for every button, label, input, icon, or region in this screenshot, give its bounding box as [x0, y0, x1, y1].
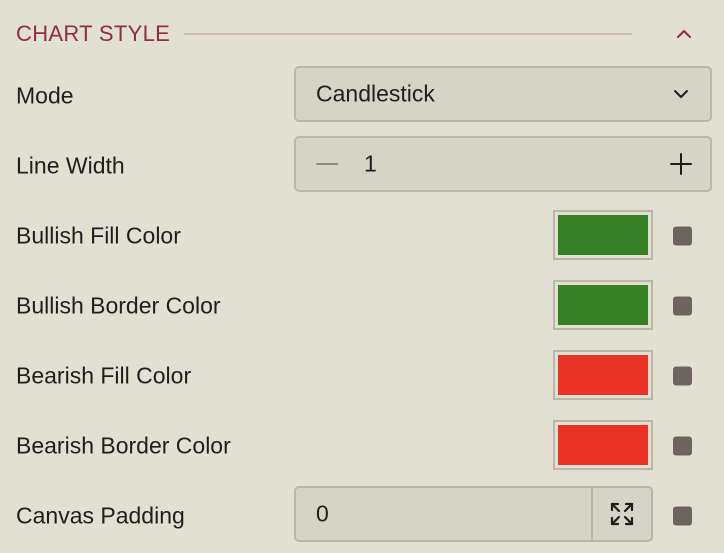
mode-label: Mode	[16, 82, 74, 109]
canvas-padding-label: Canvas Padding	[16, 502, 185, 529]
bearish-border-label: Bearish Border Color	[16, 432, 231, 459]
bullish-fill-reset-button[interactable]	[673, 226, 692, 246]
bullish-border-color	[558, 285, 648, 325]
bullish-border-reset-button[interactable]	[673, 296, 692, 316]
line-width-stepper: 1	[294, 136, 712, 192]
bearish-border-row: Bearish Border Color	[16, 416, 712, 476]
plus-icon[interactable]	[668, 151, 694, 177]
bullish-fill-swatch[interactable]	[553, 210, 653, 260]
canvas-padding-input[interactable]: 0	[294, 486, 653, 542]
collapse-button[interactable]	[670, 20, 698, 48]
bearish-fill-row: Bearish Fill Color	[16, 346, 712, 406]
bearish-fill-color	[558, 355, 648, 395]
mode-select[interactable]: Candlestick	[294, 66, 712, 122]
minus-icon[interactable]	[314, 151, 340, 177]
bearish-border-swatch[interactable]	[553, 420, 653, 470]
line-width-label: Line Width	[16, 152, 125, 179]
bearish-fill-label: Bearish Fill Color	[16, 362, 192, 389]
expand-icon	[610, 502, 634, 526]
expand-button[interactable]	[591, 488, 651, 540]
bullish-fill-label: Bullish Fill Color	[16, 222, 181, 249]
bearish-fill-swatch[interactable]	[553, 350, 653, 400]
bearish-fill-reset-button[interactable]	[673, 366, 692, 386]
mode-row: Mode Candlestick	[16, 66, 712, 126]
canvas-padding-value[interactable]: 0	[316, 501, 329, 528]
bullish-border-row: Bullish Border Color	[16, 276, 712, 336]
bullish-border-swatch[interactable]	[553, 280, 653, 330]
bearish-border-color	[558, 425, 648, 465]
line-width-row: Line Width 1	[16, 136, 712, 196]
canvas-padding-reset-button[interactable]	[673, 506, 692, 526]
bearish-border-reset-button[interactable]	[673, 436, 692, 456]
header-divider	[184, 33, 632, 35]
bullish-fill-row: Bullish Fill Color	[16, 206, 712, 266]
chevron-up-icon	[677, 30, 691, 38]
mode-value: Candlestick	[316, 80, 435, 107]
bullish-fill-color	[558, 215, 648, 255]
bullish-border-label: Bullish Border Color	[16, 292, 221, 319]
line-width-value[interactable]: 1	[364, 151, 377, 178]
section-header: CHART STYLE	[16, 16, 706, 52]
section-title: CHART STYLE	[16, 21, 171, 46]
chevron-down-icon	[674, 90, 688, 98]
canvas-padding-row: Canvas Padding 0	[16, 486, 712, 546]
